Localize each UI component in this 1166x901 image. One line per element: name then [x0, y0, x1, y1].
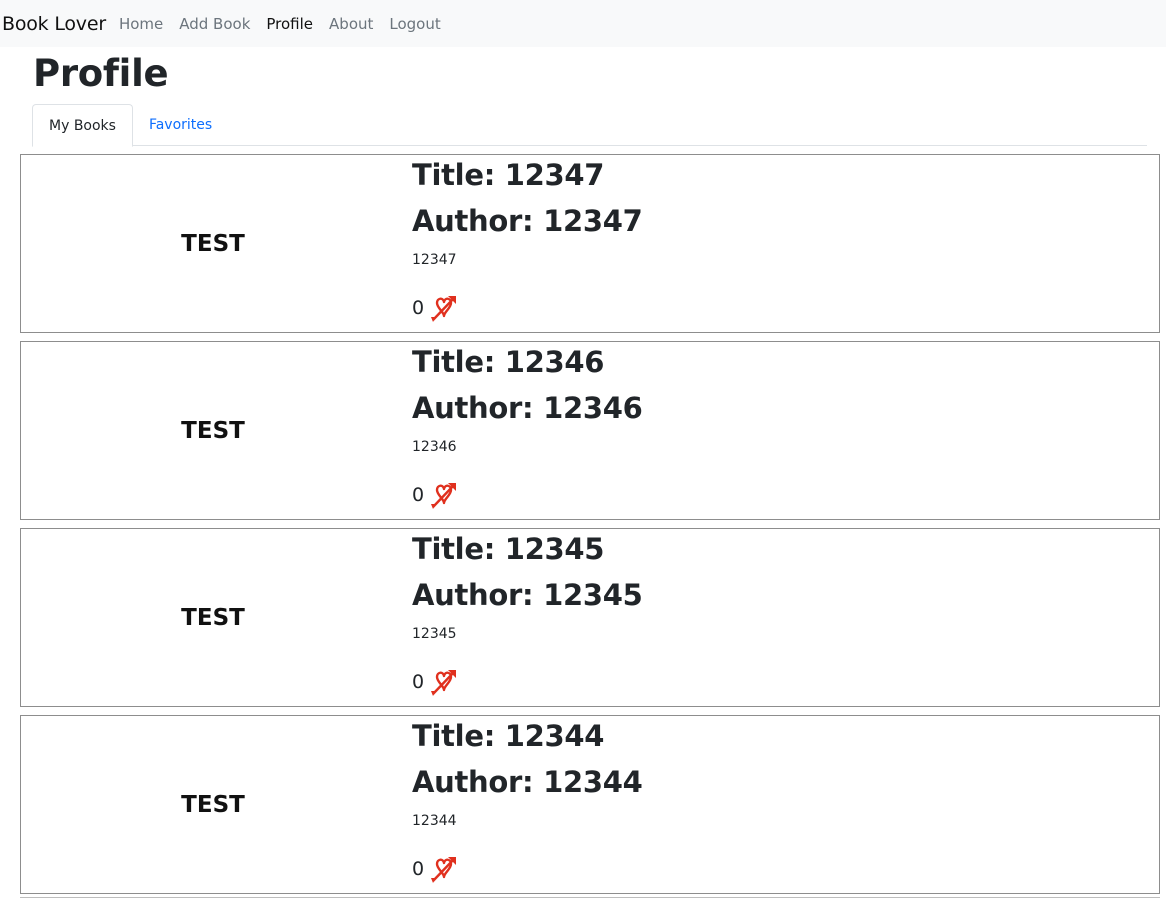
nav-logout[interactable]: Logout [389, 15, 440, 33]
book-cover: TEST [181, 604, 245, 631]
book-title: Title: 12346 [412, 345, 605, 379]
like-count: 0 [412, 297, 425, 319]
book-title: Title: 12345 [412, 532, 605, 566]
like-row: 0 [412, 853, 460, 885]
divider [20, 897, 1160, 898]
like-count: 0 [412, 858, 425, 880]
book-author: Author: 12345 [412, 578, 643, 612]
like-count: 0 [412, 671, 425, 693]
page-title: Profile [33, 52, 169, 95]
book-author: Author: 12346 [412, 391, 643, 425]
heart-arrow-icon[interactable] [428, 292, 460, 324]
book-cover: TEST [181, 417, 245, 444]
book-card: TEST Title: 12346 Author: 12346 12346 0 [20, 341, 1160, 520]
book-card: TEST Title: 12344 Author: 12344 12344 0 [20, 715, 1160, 894]
nav-profile[interactable]: Profile [266, 15, 313, 33]
nav-home[interactable]: Home [119, 15, 163, 33]
like-row: 0 [412, 479, 460, 511]
book-description: 12344 [412, 813, 457, 829]
book-card: TEST Title: 12347 Author: 12347 12347 0 [20, 154, 1160, 333]
book-title: Title: 12347 [412, 158, 605, 192]
profile-tabs: My Books Favorites [32, 104, 1147, 147]
tab-my-books[interactable]: My Books [32, 104, 133, 147]
book-author: Author: 12344 [412, 765, 643, 799]
book-description: 12346 [412, 439, 457, 455]
tab-favorites[interactable]: Favorites [133, 104, 228, 146]
brand-link[interactable]: Book Lover [2, 13, 106, 35]
like-row: 0 [412, 292, 460, 324]
like-row: 0 [412, 666, 460, 698]
book-card: TEST Title: 12345 Author: 12345 12345 0 [20, 528, 1160, 707]
navbar: Book Lover Home Add Book Profile About L… [0, 0, 1166, 47]
heart-arrow-icon[interactable] [428, 479, 460, 511]
book-description: 12347 [412, 252, 457, 268]
book-cover: TEST [181, 230, 245, 257]
heart-arrow-icon[interactable] [428, 853, 460, 885]
nav-about[interactable]: About [329, 15, 373, 33]
book-title: Title: 12344 [412, 719, 605, 753]
like-count: 0 [412, 484, 425, 506]
heart-arrow-icon[interactable] [428, 666, 460, 698]
book-description: 12345 [412, 626, 457, 642]
book-author: Author: 12347 [412, 204, 643, 238]
book-cover: TEST [181, 791, 245, 818]
nav-add-book[interactable]: Add Book [179, 15, 250, 33]
